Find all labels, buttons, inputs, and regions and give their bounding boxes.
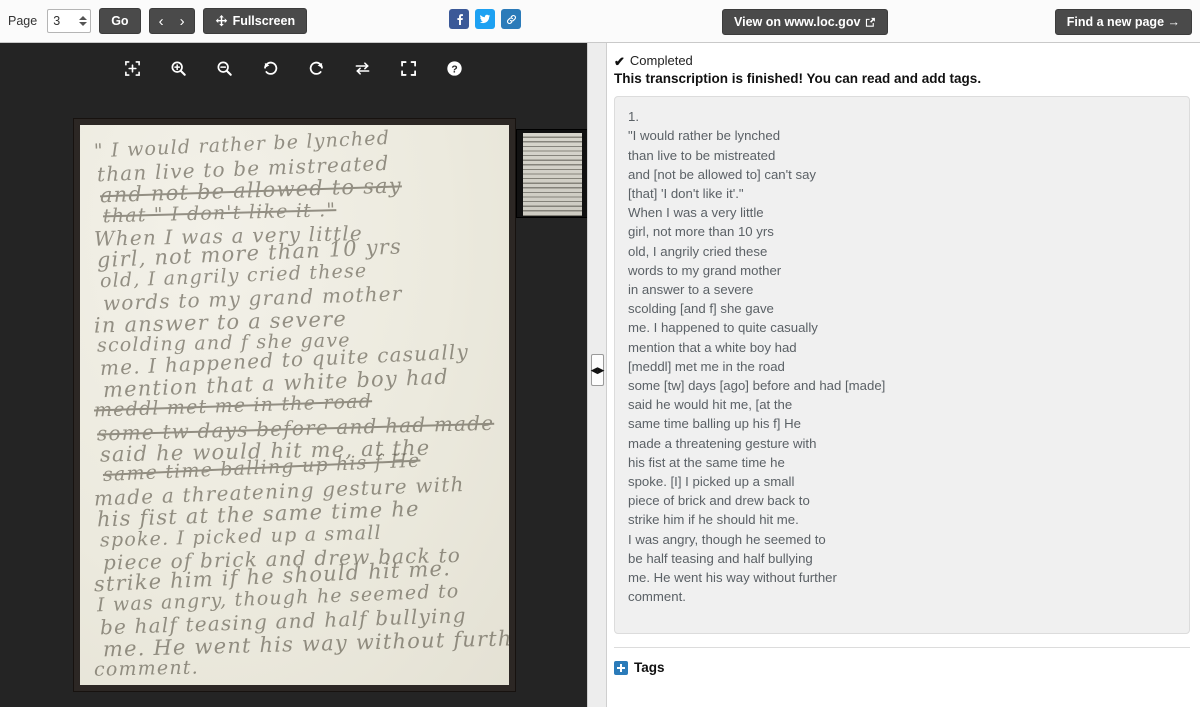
link-share-icon[interactable] <box>501 9 521 29</box>
finished-message: This transcription is finished! You can … <box>614 70 982 86</box>
transcription-line: When I was a very little <box>628 205 764 221</box>
rotate-right-icon[interactable] <box>304 55 330 81</box>
tags-section: Tags <box>614 647 1190 680</box>
zoom-in-icon[interactable] <box>166 55 192 81</box>
viewer-toolbar: ? <box>0 51 587 85</box>
checkmark-icon: ✔ <box>614 53 625 69</box>
manuscript-image[interactable]: " I would rather be lynched than live to … <box>74 119 515 691</box>
page-prev-next-group[interactable]: ‹ › <box>148 8 195 34</box>
flip-horizontal-icon[interactable] <box>350 55 376 81</box>
view-on-loc-label: View on www.loc.gov <box>734 14 861 29</box>
status-label: Completed <box>629 53 693 68</box>
plus-box-icon[interactable] <box>614 661 628 676</box>
transcription-line: I was angry, though he seemed to <box>628 531 826 547</box>
transcription-line: spoke. [I] I picked up a small <box>628 473 795 489</box>
transcription-line: girl, not more than 10 yrs <box>628 224 774 240</box>
tags-toggle[interactable]: Tags <box>614 660 665 676</box>
transcription-line: same time balling up his f] He <box>628 416 801 432</box>
fullscreen-label: Fullscreen <box>232 13 296 28</box>
transcription-line: in answer to a severe <box>628 281 754 297</box>
pane-splitter[interactable]: ◀▶ <box>587 43 607 707</box>
transcription-line: scolding [and f] she gave <box>628 301 774 317</box>
transcription-text[interactable]: 1. "I would rather be lynched than live to… <box>614 96 1190 635</box>
view-on-loc-button[interactable]: View on www.loc.gov <box>722 9 889 35</box>
transcription-line: strike him if he should hit me. <box>628 512 799 528</box>
page-label: Page <box>8 14 38 28</box>
spinner-up-icon[interactable] <box>78 16 87 20</box>
previous-page-icon[interactable]: ‹ <box>156 14 167 29</box>
transcription-line: me. He went his way without further <box>628 570 837 585</box>
fullscreen-button[interactable]: Fullscreen <box>202 8 308 34</box>
manuscript-paper: " I would rather be lynched than live to … <box>80 125 509 685</box>
image-viewer-pane[interactable]: ? " I would rather be lynched than live t… <box>0 43 587 707</box>
twitter-share-icon[interactable] <box>475 9 495 29</box>
transcription-line: be half teasing and half bullying <box>628 550 813 566</box>
transcription-line: words to my grand mother <box>628 262 782 278</box>
fullscreen-icon[interactable] <box>396 55 422 81</box>
external-link-icon <box>866 17 876 27</box>
status-badge: ✔ Completed <box>614 53 1190 69</box>
transcription-line: me. I happened to quite casually <box>628 320 818 336</box>
go-button[interactable]: Go <box>99 8 141 34</box>
page-spinner[interactable] <box>78 13 87 29</box>
navigator-thumbnail-image <box>523 133 582 216</box>
transcription-panel: ✔ Completed This transcription is finish… <box>607 43 1200 707</box>
help-icon[interactable]: ? <box>442 55 468 81</box>
transcription-line: made a threatening gesture with <box>628 435 817 451</box>
transcription-line: said he would hit me, [at the <box>628 397 793 413</box>
transcription-line: [meddl] met me in the road <box>628 358 785 374</box>
transcription-line: than live to be mistreated <box>628 147 776 163</box>
resize-horizontal-icon[interactable]: ◀▶ <box>591 354 604 386</box>
transcription-line: and [not be allowed to] can't say <box>628 166 816 182</box>
page-number-stepper[interactable] <box>47 9 92 33</box>
transcription-line: [that] 'I don't like it'." <box>628 185 744 201</box>
transcription-line: old, I angrily cried these <box>628 243 768 259</box>
next-page-icon[interactable]: › <box>177 14 188 29</box>
transcription-line: comment. <box>628 589 686 605</box>
page-navigation-group: Page Go ‹ › Fullscreen <box>8 8 308 34</box>
facebook-share-icon[interactable] <box>449 9 469 29</box>
transcription-line: piece of brick and drew back to <box>628 493 810 509</box>
transcription-line: "I would rather be lynched <box>628 128 781 144</box>
zoom-out-icon[interactable] <box>212 55 238 81</box>
find-new-page-button[interactable]: Find a new page → <box>1054 9 1192 35</box>
fit-to-window-icon[interactable] <box>120 55 146 81</box>
transcription-line: 1. <box>628 109 639 125</box>
svg-text:?: ? <box>451 64 457 75</box>
social-share-group <box>449 9 521 29</box>
spinner-down-icon[interactable] <box>78 22 87 26</box>
move-arrows-icon <box>215 14 227 26</box>
rotate-left-icon[interactable] <box>258 55 284 81</box>
transcription-line: mention that a white boy had <box>628 339 797 355</box>
tags-label: Tags <box>634 660 665 676</box>
viewer-navigator-thumbnail[interactable] <box>516 129 587 218</box>
transcription-line: his fist at the same time he <box>628 454 785 470</box>
top-toolbar: Page Go ‹ › Fullscreen <box>0 0 1200 43</box>
transcription-line: some [tw] days [ago] before and had [mad… <box>628 377 886 393</box>
